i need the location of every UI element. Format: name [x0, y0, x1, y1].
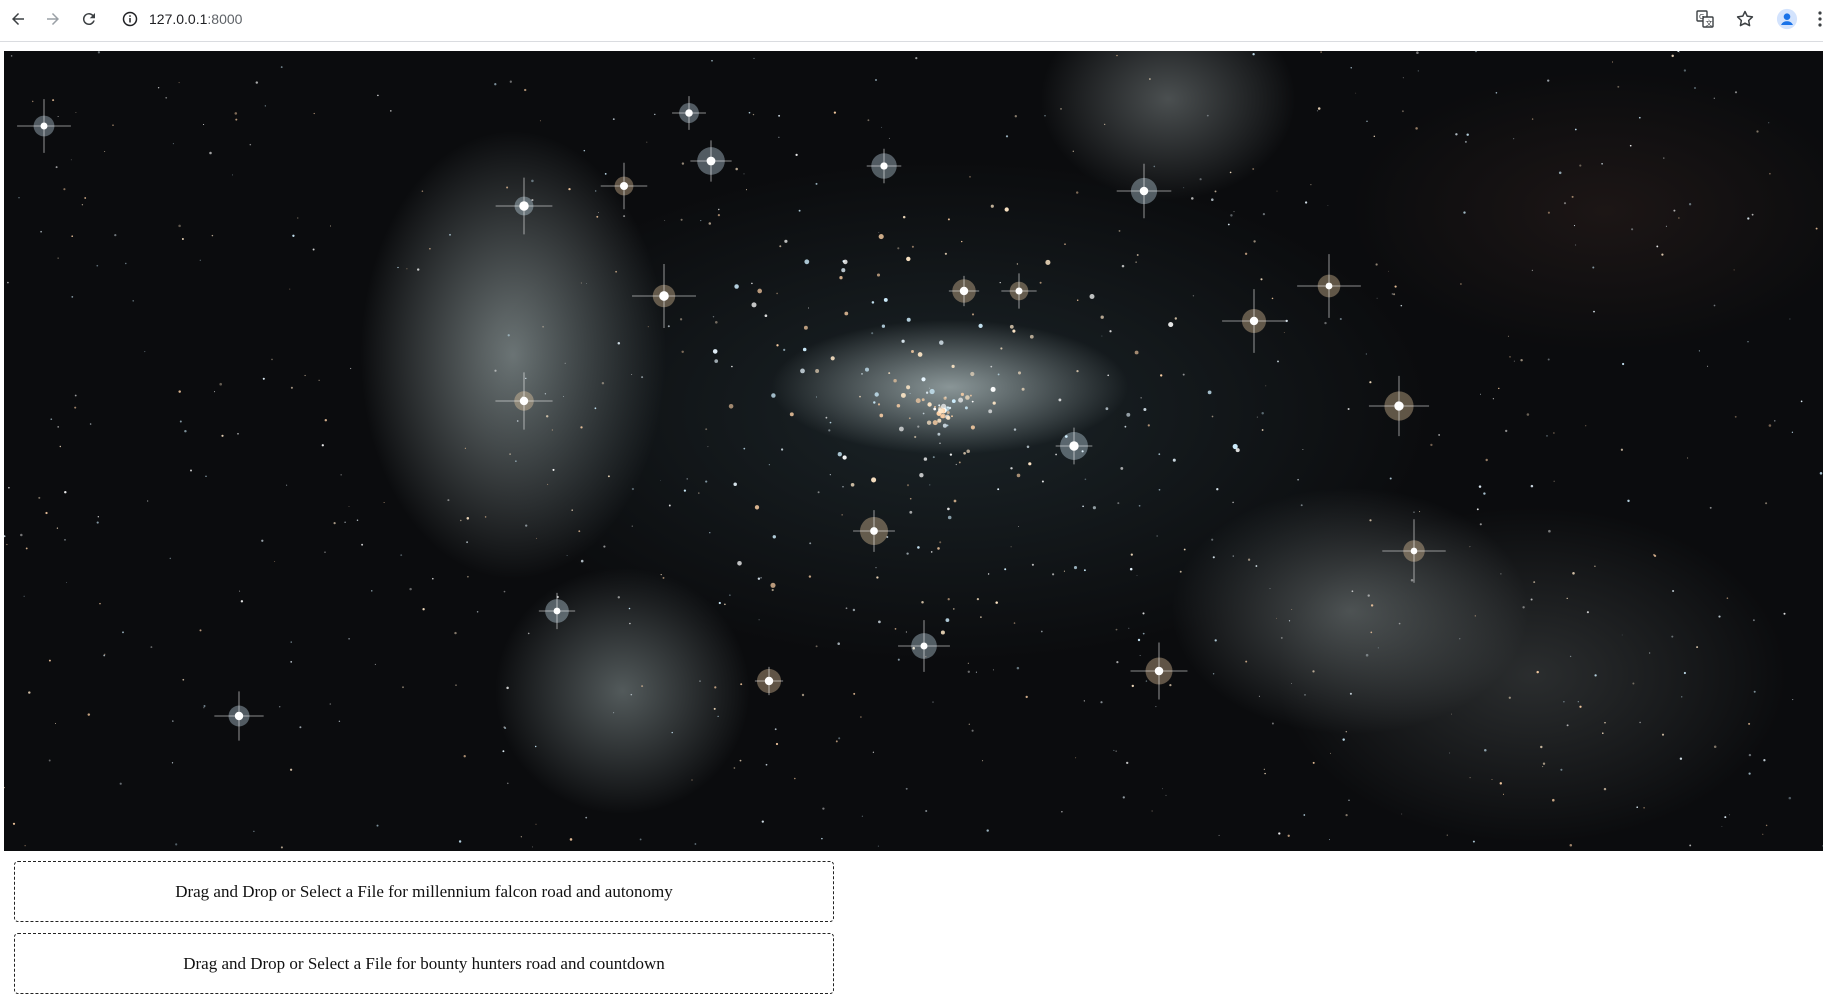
- forward-icon[interactable]: [41, 7, 65, 31]
- starfield-nebula-image: [4, 51, 1823, 851]
- star-field: [4, 51, 1823, 849]
- svg-text:G: G: [1699, 13, 1704, 21]
- dropzone-label-falcon: Drag and Drop or Select a File for mille…: [175, 881, 673, 901]
- url-host: 127.0.0.1: [149, 11, 208, 27]
- reload-icon[interactable]: [77, 7, 101, 31]
- file-dropzone-bounty-hunters[interactable]: Drag and Drop or Select a File for bount…: [14, 933, 834, 994]
- dropzone-label-bounty-hunters: Drag and Drop or Select a File for bount…: [183, 953, 665, 973]
- file-dropzone-falcon[interactable]: Drag and Drop or Select a File for mille…: [14, 861, 834, 922]
- toolbar-actions: G 文: [1693, 7, 1823, 31]
- back-icon[interactable]: [6, 7, 30, 31]
- profile-avatar-icon[interactable]: [1775, 7, 1799, 31]
- translate-icon[interactable]: G 文: [1693, 7, 1717, 31]
- browser-toolbar: 127.0.0.1:8000 G 文: [0, 0, 1823, 42]
- address-bar[interactable]: 127.0.0.1:8000: [122, 5, 242, 33]
- site-info-icon[interactable]: [122, 11, 138, 27]
- svg-text:文: 文: [1706, 19, 1713, 28]
- url-port: :8000: [207, 11, 243, 27]
- menu-icon[interactable]: [1817, 7, 1823, 31]
- bookmark-star-icon[interactable]: [1733, 7, 1757, 31]
